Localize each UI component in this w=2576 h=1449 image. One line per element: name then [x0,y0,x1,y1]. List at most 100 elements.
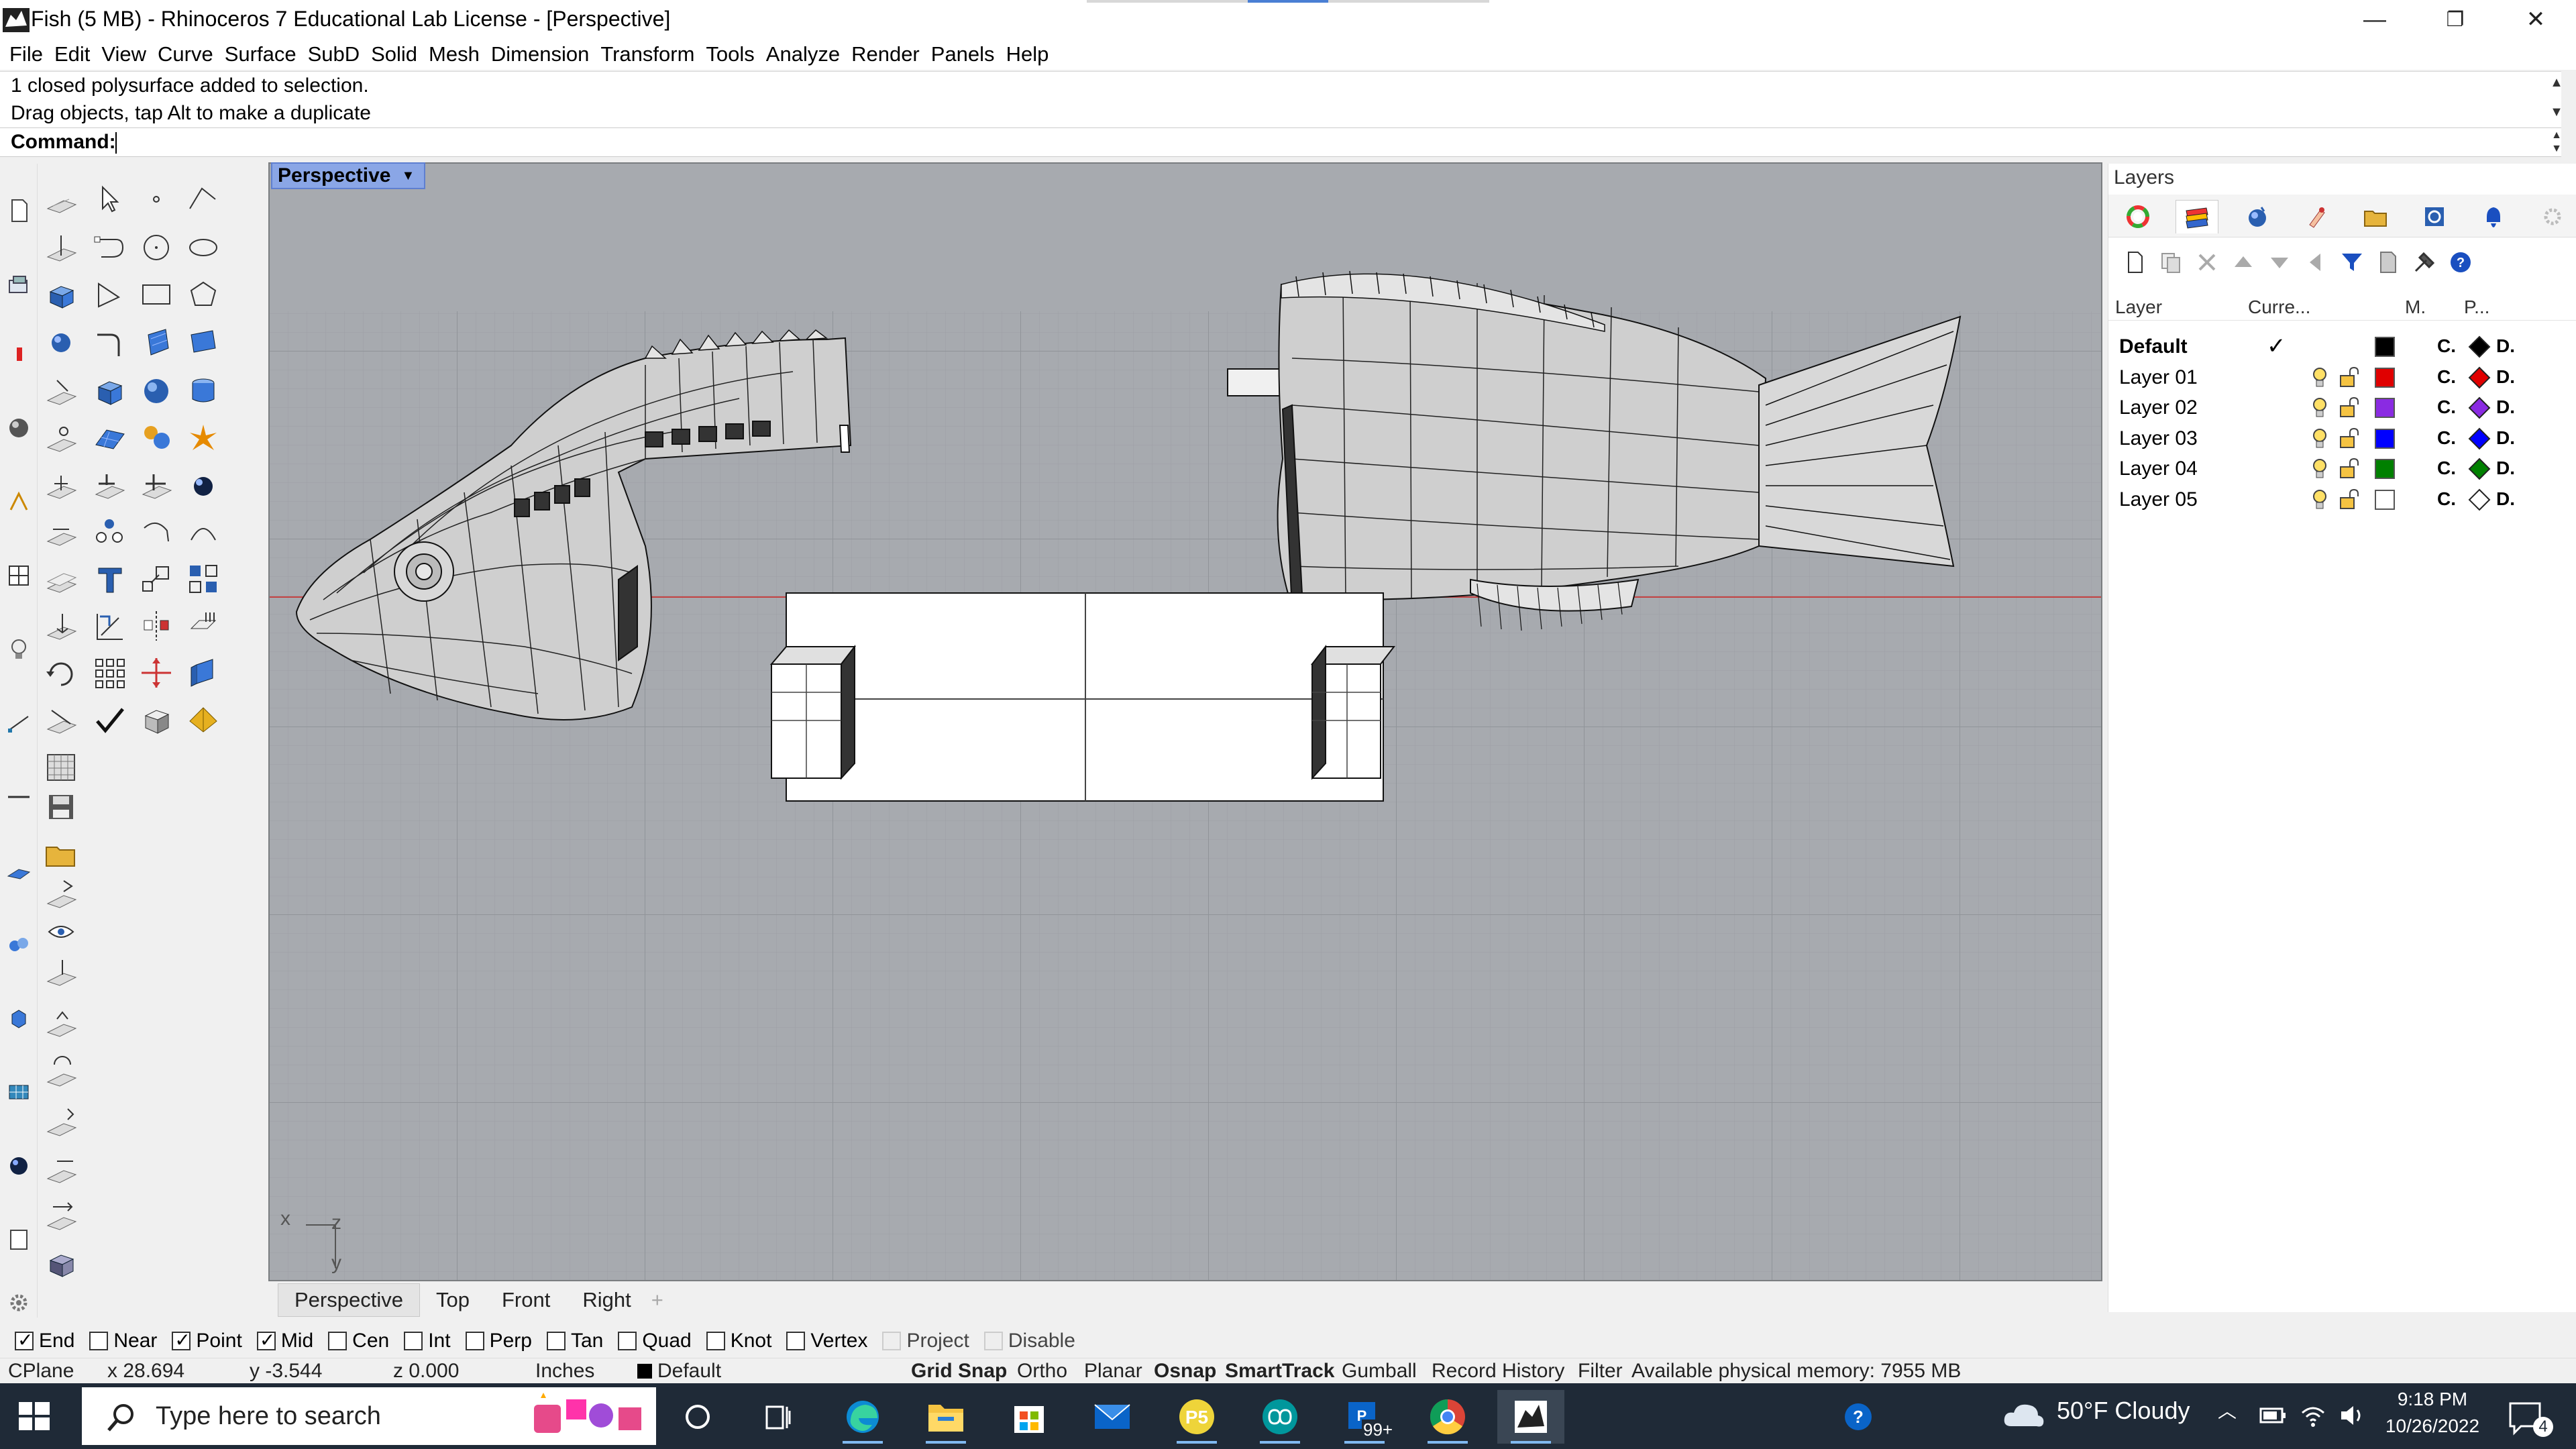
wifi-icon[interactable] [2300,1402,2326,1429]
help-tab-icon[interactable] [2413,200,2456,233]
close-button[interactable]: ✕ [2496,0,2576,39]
layer-color-swatch[interactable] [2375,459,2395,479]
new-layer-icon[interactable] [2119,247,2150,278]
text-icon[interactable] [90,559,130,600]
osnap-int-checkbox[interactable]: Int [404,1330,451,1352]
grid-snap-toggle[interactable]: Grid Snap [911,1360,1007,1383]
dimension-icon[interactable] [4,708,34,738]
restore-button[interactable]: ❐ [2415,0,2496,39]
layer-unlocked-icon[interactable] [2338,488,2359,511]
menu-mesh[interactable]: Mesh [423,42,486,66]
rhino-taskbar-icon[interactable] [1497,1390,1564,1444]
cplane-rotate-icon[interactable] [42,372,82,412]
cplane-3pt-icon[interactable] [42,419,82,459]
surface-icon[interactable] [4,856,34,885]
notification-center[interactable]: 4 [2506,1399,2553,1442]
layer-states-icon[interactable] [2373,247,2404,278]
render-icon[interactable] [4,1151,34,1181]
mail-icon[interactable] [1079,1390,1146,1444]
layer-visible-bulb-icon[interactable] [2310,366,2330,389]
print-color-diamond-icon[interactable] [2468,488,2491,511]
layer-name[interactable]: Layer 03 [2119,427,2198,450]
layer-print-width[interactable]: D. [2496,366,2515,388]
cplane-down-icon[interactable] [42,953,82,993]
print-color-diamond-icon[interactable] [2468,366,2491,389]
command-input[interactable] [115,132,117,154]
layer-name[interactable]: Layer 04 [2119,458,2198,480]
menu-subd[interactable]: SubD [303,42,366,66]
mesh-icon[interactable] [4,1077,34,1107]
volume-icon[interactable] [2339,1402,2365,1429]
layer-material[interactable]: C. [2437,335,2456,357]
osnap-point-checkbox[interactable]: Point [172,1329,242,1352]
planar-toggle[interactable]: Planar [1084,1360,1142,1383]
solid-icon[interactable] [4,1004,34,1033]
extrude-icon[interactable] [184,653,224,694]
sphere-icon[interactable] [137,372,177,412]
layer-unlocked-icon[interactable] [2338,396,2359,419]
properties-tab-icon[interactable] [2116,200,2159,233]
menu-dimension[interactable]: Dimension [486,42,595,66]
help-icon[interactable]: ? [2445,247,2476,278]
osnap-end-checkbox[interactable]: End [15,1329,74,1352]
osnap-vertex-checkbox[interactable]: Vertex [786,1330,867,1352]
ellipse-icon[interactable] [184,228,224,268]
sphere-cplane-icon[interactable] [42,323,82,364]
checkbox-box[interactable] [15,1329,34,1351]
layer-material[interactable]: C. [2437,396,2456,418]
array-icon[interactable] [90,653,130,694]
search-input[interactable]: Type here to search [156,1402,381,1431]
new-sublayer-icon[interactable] [2155,247,2186,278]
layer-unlocked-icon[interactable] [2338,366,2359,389]
history-scroll-up-icon[interactable]: ▲ [2549,72,2564,93]
layers-tab-icon[interactable] [2176,200,2218,233]
tab-front[interactable]: Front [486,1284,566,1316]
rectangle-icon[interactable] [137,275,177,315]
layer-print-width[interactable]: D. [2496,427,2515,449]
dimension-tool-icon[interactable] [90,606,130,647]
drafting-icon[interactable] [4,1225,34,1254]
select-arrow-icon[interactable] [90,180,130,220]
layer-name[interactable]: Layer 05 [2119,488,2198,511]
menu-surface[interactable]: Surface [219,42,303,66]
tab-right[interactable]: Right [566,1284,647,1316]
col-header-current[interactable]: Curre... [2248,297,2310,318]
status-cplane[interactable]: CPlane [8,1360,74,1383]
named-cplane-icon[interactable] [42,700,82,741]
join-icon[interactable] [4,930,34,959]
add-view-tab-button[interactable]: + [647,1284,680,1316]
filter-icon[interactable] [2337,247,2367,278]
checkbox-box[interactable] [618,1332,637,1350]
layer-name[interactable]: Layer 01 [2119,366,2198,389]
box-blue-icon[interactable] [42,275,82,315]
checkbox-box[interactable] [983,1332,1003,1350]
col-header-layer[interactable]: Layer [2115,297,2162,318]
layer-row[interactable]: Default ✓ C. D. [2108,331,2576,362]
taskbar-search-box[interactable]: Type here to search [82,1387,656,1445]
circle-icon[interactable] [137,228,177,268]
split-icon[interactable] [137,466,177,506]
menu-edit[interactable]: Edit [49,42,96,66]
box-solid-icon[interactable] [90,372,130,412]
loft-icon[interactable] [184,323,224,364]
cplane-view-icon[interactable] [42,513,82,553]
tab-top[interactable]: Top [420,1284,486,1316]
checkbox-box[interactable] [706,1332,725,1350]
checkbox-box[interactable] [89,1332,109,1350]
scale-icon[interactable] [137,559,177,600]
gumball-toggle[interactable]: Gumball [1342,1360,1417,1383]
move-layer-up-icon[interactable] [2228,247,2259,278]
extrude-surface-icon[interactable] [137,323,177,364]
col-header-material[interactable]: M. [2405,297,2426,318]
render-tab-icon[interactable] [2236,200,2279,233]
cplane-rotate-x-icon[interactable] [42,1053,82,1093]
menu-tools[interactable]: Tools [700,42,760,66]
surface-planar-icon[interactable] [90,419,130,459]
current-layer-check-icon[interactable]: ✓ [2267,333,2286,360]
layer-material[interactable]: C. [2437,488,2456,510]
menu-help[interactable]: Help [1001,42,1055,66]
layer-row[interactable]: Layer 04 C. D. [2108,453,2576,484]
point-cloud-icon[interactable] [90,513,130,553]
menu-curve[interactable]: Curve [152,42,219,66]
filter-toggle[interactable]: Filter [1578,1360,1623,1383]
